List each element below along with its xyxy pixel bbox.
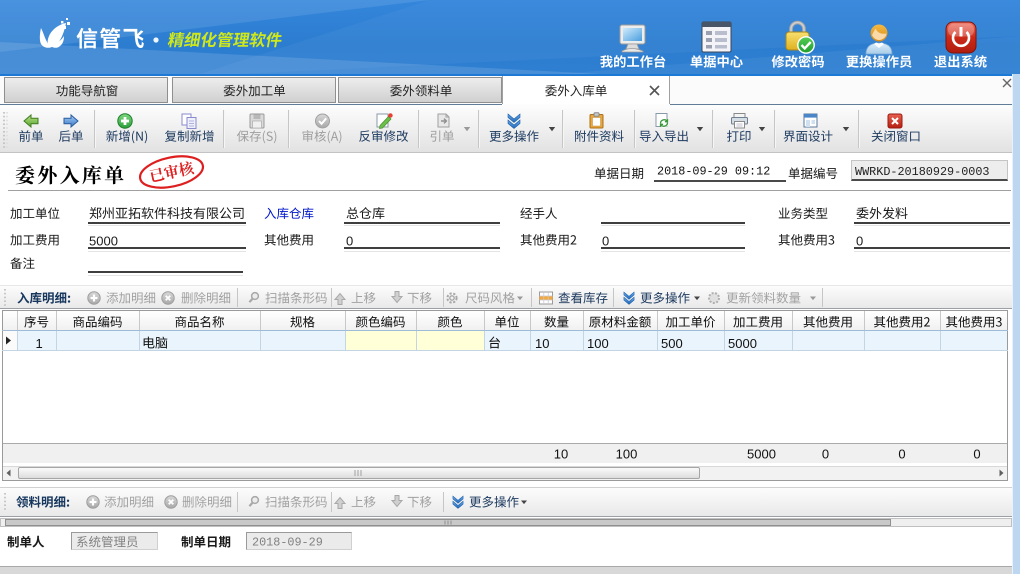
svg-text:2018-09-29 09:12: 2018-09-29 09:12 bbox=[657, 165, 770, 179]
